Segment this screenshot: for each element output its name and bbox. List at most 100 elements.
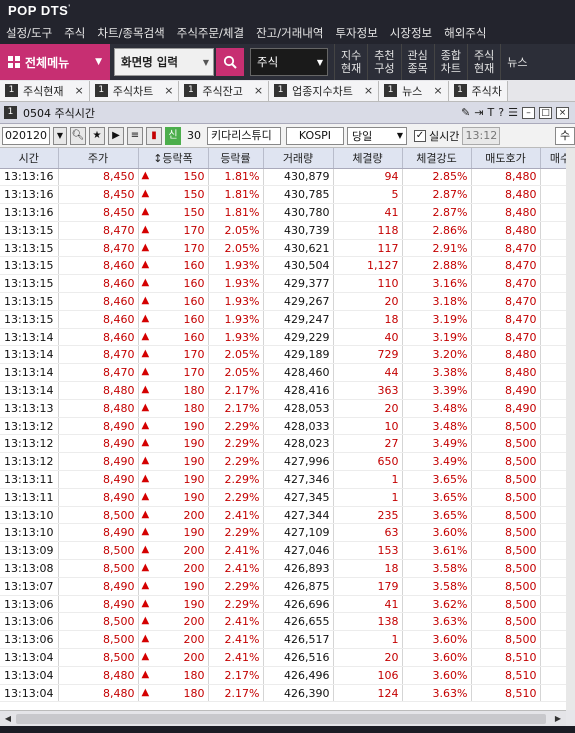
- tab-stock-current[interactable]: 1 주식현재 ×: [0, 80, 90, 101]
- col-trade-qty[interactable]: 체결량: [333, 148, 403, 169]
- star-icon[interactable]: ★: [89, 126, 105, 145]
- code-dropdown-icon[interactable]: ▼: [53, 126, 67, 145]
- credit-badge: 신: [165, 126, 181, 145]
- table-row[interactable]: 13:13:14 8,470 ▲ 170 2.05% 429,189 729 3.20% 8,4…: [0, 345, 566, 365]
- cell-change: ▲ 150: [138, 185, 209, 205]
- col-ask[interactable]: 매도호가: [471, 148, 541, 169]
- menu-item-chart-search[interactable]: 차트/종목검색: [97, 25, 164, 41]
- vertical-scrollbar[interactable]: [566, 148, 575, 710]
- table-row[interactable]: 13:13:08 8,500 ▲ 200 2.41% 426,893 18 3.58% 8,50…: [0, 559, 566, 578]
- flag-icon[interactable]: ▮: [146, 126, 162, 145]
- quick-chart[interactable]: 종합 차트: [433, 44, 467, 80]
- table-row[interactable]: 13:13:15 8,460 ▲ 160 1.93% 429,267 20 3.18% 8,47…: [0, 292, 566, 311]
- close-icon[interactable]: ×: [164, 84, 173, 97]
- menu-item-settings[interactable]: 설정/도구: [6, 25, 52, 41]
- help-icon[interactable]: ?: [498, 106, 504, 119]
- table-row[interactable]: 13:13:12 8,490 ▲ 190 2.29% 428,033 10 3.48% 8,50…: [0, 417, 566, 436]
- col-volume[interactable]: 거래량: [263, 148, 334, 169]
- close-icon[interactable]: ×: [74, 84, 83, 97]
- search-button[interactable]: [216, 48, 244, 76]
- all-menu-button[interactable]: 전체메뉴 ▼: [0, 44, 110, 80]
- scroll-thumb[interactable]: [16, 714, 546, 724]
- table-row[interactable]: 13:13:10 8,500 ▲ 200 2.41% 427,344 235 3.65% 8,5…: [0, 506, 566, 525]
- tab-number: 1: [94, 84, 108, 97]
- col-strength[interactable]: 체결강도: [402, 148, 472, 169]
- quick-news[interactable]: 뉴스: [500, 44, 533, 80]
- scroll-left-icon[interactable]: ◀: [2, 713, 14, 725]
- col-time[interactable]: 시간: [0, 148, 59, 169]
- tab-stock-balance[interactable]: 1 주식잔고 ×: [179, 80, 270, 101]
- table-row[interactable]: 13:13:04 8,480 ▲ 180 2.17% 426,496 106 3.60% 8,5…: [0, 666, 566, 685]
- text-icon[interactable]: T: [488, 106, 495, 119]
- tab-stock-chart-2[interactable]: 1 주식차: [448, 80, 508, 101]
- table-row[interactable]: 13:13:07 8,490 ▲ 190 2.29% 426,875 179 3.58% 8,5…: [0, 577, 566, 596]
- menu-icon[interactable]: ☰: [508, 106, 518, 119]
- tab-sector-chart[interactable]: 1 업종지수차트 ×: [269, 80, 380, 101]
- close-icon[interactable]: ×: [433, 84, 442, 97]
- menu-item-overseas[interactable]: 해외주식: [444, 25, 486, 41]
- list-icon[interactable]: ≡: [127, 126, 143, 145]
- period-select[interactable]: 당일 ▼: [347, 126, 407, 145]
- table-row[interactable]: 13:13:06 8,490 ▲ 190 2.29% 426,696 41 3.62% 8,50…: [0, 595, 566, 614]
- menu-item-stock[interactable]: 주식: [64, 25, 85, 41]
- horizontal-scrollbar[interactable]: ◀ ▶: [0, 710, 566, 726]
- table-row[interactable]: 13:13:04 8,480 ▲ 180 2.17% 426,390 124 3.63% 8,5…: [0, 684, 566, 703]
- table-row[interactable]: 13:13:15 8,470 ▲ 170 2.05% 430,739 118 2.86% 8,4…: [0, 221, 566, 240]
- table-row[interactable]: 13:13:06 8,500 ▲ 200 2.41% 426,517 1 3.60% 8,500: [0, 630, 566, 650]
- table-row[interactable]: 13:13:10 8,490 ▲ 190 2.29% 427,109 63 3.60% 8,50…: [0, 523, 566, 543]
- menu-item-balance[interactable]: 잔고/거래내역: [256, 25, 323, 41]
- table-row[interactable]: 13:13:11 8,490 ▲ 190 2.29% 427,345 1 3.65% 8,500: [0, 488, 566, 507]
- col-change[interactable]: ↕등락폭: [138, 148, 209, 169]
- quick-stock-current[interactable]: 주식 현재: [467, 44, 500, 80]
- tab-news[interactable]: 1 뉴스 ×: [379, 80, 449, 101]
- scroll-right-icon[interactable]: ▶: [552, 713, 564, 725]
- col-price[interactable]: 주가: [58, 148, 139, 169]
- caret-down-icon[interactable]: ▼: [203, 58, 209, 67]
- table-row[interactable]: 13:13:16 8,450 ▲ 150 1.81% 430,785 5 2.87% 8,480: [0, 185, 566, 205]
- table-row[interactable]: 13:13:16 8,450 ▲ 150 1.81% 430,780 41 2.87% 8,48…: [0, 203, 566, 222]
- col-bid[interactable]: 매수: [540, 148, 566, 169]
- close-icon[interactable]: ×: [254, 84, 263, 97]
- table-row[interactable]: 13:13:11 8,490 ▲ 190 2.29% 427,346 1 3.65% 8,500: [0, 470, 566, 489]
- close-icon[interactable]: ×: [556, 106, 569, 119]
- pin-icon[interactable]: ✎: [461, 106, 470, 119]
- close-icon[interactable]: ×: [364, 84, 373, 97]
- tab-stock-chart[interactable]: 1 주식차트 ×: [89, 80, 180, 101]
- realtime-checkbox[interactable]: ✓: [414, 129, 426, 142]
- table-row[interactable]: 13:13:14 8,470 ▲ 170 2.05% 428,460 44 3.38% 8,48…: [0, 363, 566, 383]
- maximize-icon[interactable]: □: [539, 106, 552, 119]
- table-row[interactable]: 13:13:04 8,500 ▲ 200 2.41% 426,516 20 3.60% 8,51…: [0, 648, 566, 667]
- table-row[interactable]: 13:13:12 8,490 ▲ 190 2.29% 427,996 650 3.49% 8,5…: [0, 452, 566, 472]
- table-row[interactable]: 13:13:14 8,480 ▲ 180 2.17% 428,416 363 3.39% 8,4…: [0, 381, 566, 400]
- table-row[interactable]: 13:13:09 8,500 ▲ 200 2.41% 427,046 153 3.61% 8,5…: [0, 541, 566, 561]
- quick-watchlist[interactable]: 관심 종목: [400, 44, 434, 80]
- minimize-icon[interactable]: –: [522, 106, 535, 119]
- table-row[interactable]: 13:13:13 8,480 ▲ 180 2.17% 428,053 20 3.48% 8,49…: [0, 399, 566, 418]
- quick-recommend[interactable]: 추천 구성: [367, 44, 400, 80]
- cell-bid: [540, 256, 566, 276]
- table-row[interactable]: 13:13:15 8,460 ▲ 160 1.93% 429,247 18 3.19% 8,47…: [0, 310, 566, 329]
- cell-change: ▲ 150: [138, 203, 209, 222]
- cell-price: 8,490: [58, 452, 139, 472]
- table-row[interactable]: 13:13:16 8,450 ▲ 150 1.81% 430,879 94 2.85% 8,48…: [0, 168, 566, 187]
- stock-type-select[interactable]: 주식 ▼: [250, 48, 328, 76]
- table-row[interactable]: 13:13:14 8,460 ▲ 160 1.93% 429,229 40 3.19% 8,47…: [0, 328, 566, 347]
- play-icon[interactable]: ▶: [108, 126, 124, 145]
- table-row[interactable]: 13:13:06 8,500 ▲ 200 2.41% 426,655 138 3.63% 8,5…: [0, 612, 566, 632]
- table-row[interactable]: 13:13:15 8,460 ▲ 160 1.93% 429,377 110 3.16% 8,4…: [0, 274, 566, 294]
- menu-item-order[interactable]: 주식주문/체결: [177, 25, 244, 41]
- menu-item-invest-info[interactable]: 투자정보: [335, 25, 377, 41]
- time-input[interactable]: 13:12: [462, 126, 501, 145]
- search-icon[interactable]: 🔍︎: [70, 126, 86, 145]
- quick-index-current[interactable]: 지수 현재: [334, 44, 367, 80]
- table-row[interactable]: 13:13:12 8,490 ▲ 190 2.29% 428,023 27 3.49% 8,50…: [0, 434, 566, 454]
- screen-name-input[interactable]: 화면명 입력 ▼: [114, 48, 214, 76]
- cell-price: 8,500: [58, 506, 139, 525]
- stock-code-input[interactable]: 020120: [2, 126, 50, 145]
- col-change-rate[interactable]: 등락률: [208, 148, 264, 169]
- menu-item-market-info[interactable]: 시장정보: [390, 25, 432, 41]
- export-icon[interactable]: ⇥: [474, 106, 483, 119]
- table-row[interactable]: 13:13:15 8,470 ▲ 170 2.05% 430,621 117 2.91% 8,4…: [0, 239, 566, 258]
- table-row[interactable]: 13:13:15 8,460 ▲ 160 1.93% 430,504 1,127 2.88% 8…: [0, 256, 566, 276]
- su-button[interactable]: 수: [555, 126, 575, 145]
